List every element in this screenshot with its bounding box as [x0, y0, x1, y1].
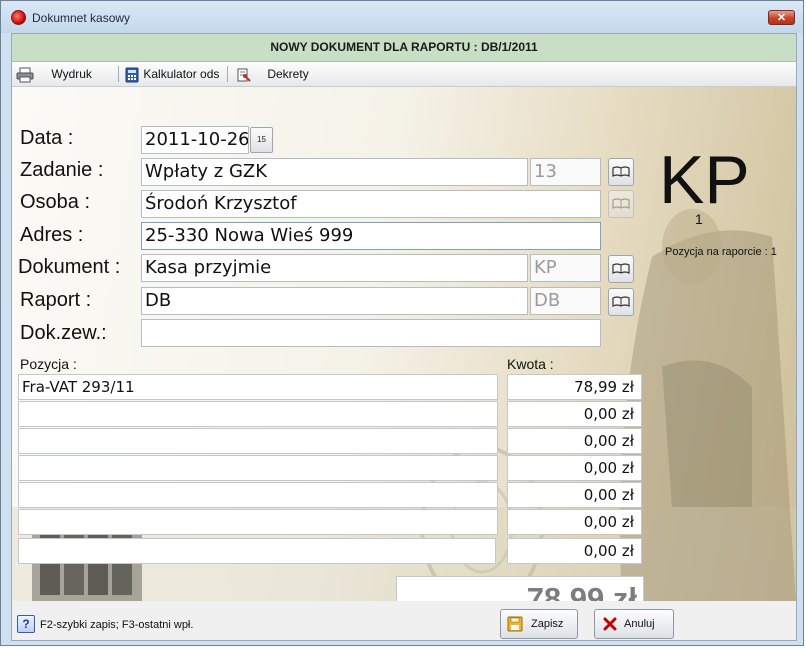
document-type-code: KP	[659, 142, 750, 218]
task-lookup-button[interactable]	[608, 158, 634, 186]
cancel-label: Anuluj	[624, 618, 655, 630]
task-label: Zadanie :	[20, 159, 104, 181]
position-column-label: Pozycja :	[20, 356, 77, 372]
title-bar: Dokumnet kasowy ✕	[1, 1, 803, 33]
person-label: Osoba :	[20, 191, 91, 213]
printer-icon	[16, 67, 34, 83]
position-row[interactable]	[18, 401, 498, 427]
print-button[interactable]: Wydruk	[16, 62, 92, 86]
calculator-button[interactable]: Kalkulator ods	[125, 62, 219, 86]
window-body: NOWY DOKUMENT DLA RAPORTU : DB/1/2011 Wy…	[11, 33, 797, 641]
book-icon	[612, 166, 630, 177]
position-row[interactable]: Fra-VAT 293/11	[18, 374, 498, 400]
position-row[interactable]	[18, 482, 498, 508]
report-position: Pozycja na raporcie : 1	[665, 246, 777, 258]
window-title: Dokumnet kasowy	[32, 11, 131, 25]
book-icon	[612, 263, 630, 274]
amount-row[interactable]: 0,00 zł	[507, 455, 642, 481]
external-document-label: Dok.zew.:	[20, 322, 107, 344]
calculator-label: Kalkulator ods	[143, 67, 220, 81]
amount-row[interactable]: 0,00 zł	[507, 538, 642, 564]
document-code-field[interactable]: KP	[530, 254, 601, 282]
document-lookup-button[interactable]	[608, 255, 634, 283]
calculator-icon	[125, 67, 139, 83]
cancel-x-icon	[603, 617, 617, 631]
report-lookup-button[interactable]	[608, 288, 634, 316]
document-label: Dokument :	[18, 256, 121, 278]
task-code-field[interactable]: 13	[530, 158, 601, 186]
total-amount: 78,99 zł	[396, 576, 644, 601]
position-row[interactable]	[18, 509, 498, 535]
amount-row[interactable]: 78,99 zł	[507, 374, 642, 400]
cancel-button[interactable]: Anuluj	[594, 609, 674, 639]
report-code-field[interactable]: DB	[530, 287, 601, 315]
shortcut-hint: F2-szybki zapis; F3-ostatni wpł.	[40, 619, 194, 631]
document-field[interactable]: Kasa przyjmie	[141, 254, 528, 282]
address-field[interactable]: 25-330 Nowa Wieś 999	[141, 222, 601, 250]
person-lookup-button[interactable]	[608, 190, 634, 218]
amount-row[interactable]: 0,00 zł	[507, 509, 642, 535]
toolbar: Wydruk Kalkulator ods Dekrety	[12, 62, 796, 87]
report-field[interactable]: DB	[141, 287, 528, 315]
book-icon	[612, 296, 630, 307]
app-icon	[11, 10, 26, 25]
report-label: Raport :	[20, 289, 92, 311]
person-field[interactable]: Środoń Krzysztof	[141, 190, 601, 218]
amount-row[interactable]: 0,00 zł	[507, 401, 642, 427]
floppy-disk-icon	[507, 616, 523, 632]
position-row[interactable]	[18, 538, 496, 564]
task-field[interactable]: Wpłaty z GZK	[141, 158, 528, 186]
amount-row[interactable]: 0,00 zł	[507, 428, 642, 454]
external-document-field[interactable]	[141, 319, 601, 347]
date-field[interactable]: 2011-10-26	[141, 126, 249, 154]
amount-row[interactable]: 0,00 zł	[507, 482, 642, 508]
cash-document-window: Dokumnet kasowy ✕ NOWY DOKUMENT DLA RAPO…	[0, 0, 804, 646]
toolbar-separator	[227, 66, 228, 82]
address-label: Adres :	[20, 224, 84, 246]
help-button[interactable]: ?	[17, 615, 35, 633]
document-form: Data : 2011-10-26 15 Zadanie : Wpłaty z …	[12, 87, 796, 601]
calendar-button[interactable]: 15	[250, 127, 273, 153]
close-button[interactable]: ✕	[768, 10, 795, 25]
footer-bar: ? F2-szybki zapis; F3-ostatni wpł. Zapis…	[12, 601, 796, 640]
decrees-button[interactable]: Dekrety	[236, 62, 309, 86]
amount-column-label: Kwota :	[507, 356, 554, 372]
calendar-icon: 15	[257, 135, 266, 144]
toolbar-separator	[118, 66, 119, 82]
date-label: Data :	[20, 127, 74, 149]
position-row[interactable]	[18, 428, 498, 454]
save-button[interactable]: Zapisz	[500, 609, 578, 639]
print-label: Wydruk	[51, 67, 92, 81]
document-header: NOWY DOKUMENT DLA RAPORTU : DB/1/2011	[12, 34, 796, 62]
save-label: Zapisz	[531, 618, 564, 630]
document-number: 1	[695, 211, 703, 227]
decree-icon	[237, 68, 251, 82]
decrees-label: Dekrety	[267, 67, 309, 81]
book-icon	[612, 198, 630, 209]
position-row[interactable]	[18, 455, 498, 481]
